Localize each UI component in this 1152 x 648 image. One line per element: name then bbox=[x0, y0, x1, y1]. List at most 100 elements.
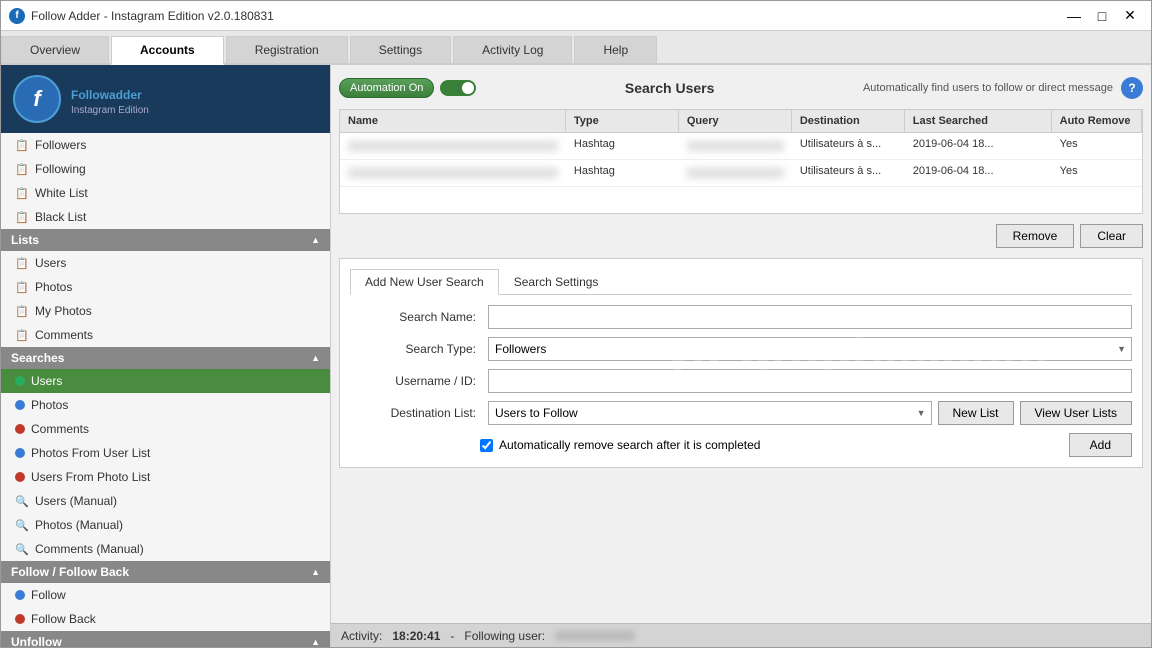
cell-auto-remove: Yes bbox=[1052, 160, 1142, 186]
tab-registration[interactable]: Registration bbox=[226, 36, 348, 63]
tab-overview[interactable]: Overview bbox=[1, 36, 109, 63]
form-panel: Add New User Search Search Settings Sear… bbox=[339, 258, 1143, 468]
sidebar-item-photos-list[interactable]: 📋 Photos bbox=[1, 275, 330, 299]
sidebar-item-label: Follow Back bbox=[31, 612, 96, 626]
cell-destination: Utilisateurs à s... bbox=[792, 160, 905, 186]
username-id-input[interactable] bbox=[488, 369, 1132, 393]
help-button[interactable]: ? bbox=[1121, 77, 1143, 99]
tab-search-settings[interactable]: Search Settings bbox=[499, 269, 614, 294]
new-list-button[interactable]: New List bbox=[938, 401, 1014, 425]
col-query: Query bbox=[679, 110, 792, 132]
cell-last-searched: 2019-06-04 18... bbox=[905, 160, 1052, 186]
dot-icon bbox=[15, 424, 25, 434]
sidebar-item-label: White List bbox=[35, 186, 88, 200]
sidebar-item-photos-manual[interactable]: 🔍 Photos (Manual) bbox=[1, 513, 330, 537]
sidebar-item-users-search[interactable]: Users bbox=[1, 369, 330, 393]
cell-type: Hashtag bbox=[566, 133, 679, 159]
tab-accounts[interactable]: Accounts bbox=[111, 36, 224, 65]
title-controls: — □ ✕ bbox=[1061, 6, 1143, 26]
sidebar-item-following[interactable]: 📋 Following bbox=[1, 157, 330, 181]
section-follow-followback[interactable]: Follow / Follow Back ▲ bbox=[1, 561, 330, 583]
panel-title: Search Users bbox=[476, 80, 863, 96]
search-name-label: Search Name: bbox=[350, 310, 480, 324]
form-grid: Search Name: Search Type: Followers Foll… bbox=[350, 305, 1132, 457]
sidebar-item-comments-list[interactable]: 📋 Comments bbox=[1, 323, 330, 347]
sidebar-item-photos-search[interactable]: Photos bbox=[1, 393, 330, 417]
section-unfollow[interactable]: Unfollow ▲ bbox=[1, 631, 330, 647]
sidebar-item-users-manual[interactable]: 🔍 Users (Manual) bbox=[1, 489, 330, 513]
sidebar-nav: 📋 Followers 📋 Following 📋 White List 📋 B… bbox=[1, 133, 330, 647]
automation-toggle: Automation On bbox=[339, 78, 476, 98]
right-panel: Automation On Search Users Automatically… bbox=[331, 65, 1151, 623]
remove-button[interactable]: Remove bbox=[996, 224, 1075, 248]
sidebar-item-users-from-photo-list[interactable]: Users From Photo List bbox=[1, 465, 330, 489]
sidebar-item-users-list[interactable]: 📋 Users bbox=[1, 251, 330, 275]
section-arrow: ▲ bbox=[311, 353, 320, 363]
search-name-input[interactable] bbox=[488, 305, 1132, 329]
section-arrow: ▲ bbox=[311, 235, 320, 245]
title-bar-left: f Follow Adder - Instagram Edition v2.0.… bbox=[9, 8, 274, 24]
destination-wrapper: Users to Follow White List Black List bbox=[488, 401, 932, 425]
cell-name bbox=[340, 160, 566, 186]
sidebar-item-myphotos-list[interactable]: 📋 My Photos bbox=[1, 299, 330, 323]
sidebar-item-followers[interactable]: 📋 Followers bbox=[1, 133, 330, 157]
automation-on-button[interactable]: Automation On bbox=[339, 78, 434, 98]
tab-settings[interactable]: Settings bbox=[350, 36, 451, 63]
logo-title: Followadder bbox=[71, 82, 149, 105]
sidebar-item-comments-search[interactable]: Comments bbox=[1, 417, 330, 441]
auto-remove-checkbox[interactable] bbox=[480, 439, 493, 452]
sidebar-item-follow-back[interactable]: Follow Back bbox=[1, 607, 330, 631]
sidebar-item-label: Photos From User List bbox=[31, 446, 150, 460]
sidebar-item-blacklist[interactable]: 📋 Black List bbox=[1, 205, 330, 229]
sidebar: f Followadder Instagram Edition 📋 Follow… bbox=[1, 65, 331, 647]
table-header: Name Type Query Destination Last Searche… bbox=[340, 110, 1142, 133]
destination-select[interactable]: Users to Follow White List Black List bbox=[488, 401, 932, 425]
dot-icon bbox=[15, 448, 25, 458]
dot-icon bbox=[15, 614, 25, 624]
list-icon: 📋 bbox=[15, 256, 29, 270]
sidebar-item-comments-manual[interactable]: 🔍 Comments (Manual) bbox=[1, 537, 330, 561]
col-last-searched: Last Searched bbox=[905, 110, 1052, 132]
section-lists[interactable]: Lists ▲ bbox=[1, 229, 330, 251]
toggle-switch[interactable] bbox=[440, 80, 476, 96]
tab-add-new-search[interactable]: Add New User Search bbox=[350, 269, 499, 295]
close-button[interactable]: ✕ bbox=[1117, 6, 1143, 26]
col-destination: Destination bbox=[792, 110, 905, 132]
logo-text: Followadder Instagram Edition bbox=[71, 82, 149, 116]
sidebar-item-label: Users bbox=[35, 256, 66, 270]
activity-separator: - bbox=[450, 629, 454, 643]
sidebar-item-photos-from-user-list[interactable]: Photos From User List bbox=[1, 441, 330, 465]
section-arrow: ▲ bbox=[311, 637, 320, 647]
table-row[interactable]: Hashtag Utilisateurs à s... 2019-06-04 1… bbox=[340, 160, 1142, 187]
search-icon: 🔍 bbox=[15, 542, 29, 556]
sidebar-item-label: Comments (Manual) bbox=[35, 542, 144, 556]
username-id-label: Username / ID: bbox=[350, 374, 480, 388]
sidebar-item-follow[interactable]: Follow bbox=[1, 583, 330, 607]
sidebar-item-label: Comments bbox=[31, 422, 89, 436]
clear-button[interactable]: Clear bbox=[1080, 224, 1143, 248]
table-row[interactable]: Hashtag Utilisateurs à s... 2019-06-04 1… bbox=[340, 133, 1142, 160]
checkbox-row: Automatically remove search after it is … bbox=[350, 433, 1132, 457]
sidebar-item-label: Following bbox=[35, 162, 86, 176]
list-icon: 📋 bbox=[15, 210, 29, 224]
table-actions: Remove Clear bbox=[339, 220, 1143, 252]
maximize-button[interactable]: □ bbox=[1089, 6, 1115, 26]
minimize-button[interactable]: — bbox=[1061, 6, 1087, 26]
view-user-lists-button[interactable]: View User Lists bbox=[1020, 401, 1132, 425]
table-body: Hashtag Utilisateurs à s... 2019-06-04 1… bbox=[340, 133, 1142, 213]
dot-icon bbox=[15, 472, 25, 482]
right-col: ya-graphic.com Automation On Search User… bbox=[331, 65, 1151, 647]
tab-activity-log[interactable]: Activity Log bbox=[453, 36, 572, 63]
cell-query bbox=[679, 133, 792, 159]
add-button[interactable]: Add bbox=[1069, 433, 1132, 457]
cell-name bbox=[340, 133, 566, 159]
section-lists-label: Lists bbox=[11, 233, 39, 247]
nav-tabs: Overview Accounts Registration Settings … bbox=[1, 31, 1151, 65]
search-type-select[interactable]: Followers Following Hashtag Location Lik… bbox=[488, 337, 1132, 361]
tab-help[interactable]: Help bbox=[574, 36, 657, 63]
list-icon: 📋 bbox=[15, 280, 29, 294]
section-searches[interactable]: Searches ▲ bbox=[1, 347, 330, 369]
sidebar-logo: f Followadder Instagram Edition bbox=[1, 65, 330, 133]
sidebar-item-whitelist[interactable]: 📋 White List bbox=[1, 181, 330, 205]
status-bar: Activity: 18:20:41 - Following user: bbox=[331, 623, 1151, 647]
